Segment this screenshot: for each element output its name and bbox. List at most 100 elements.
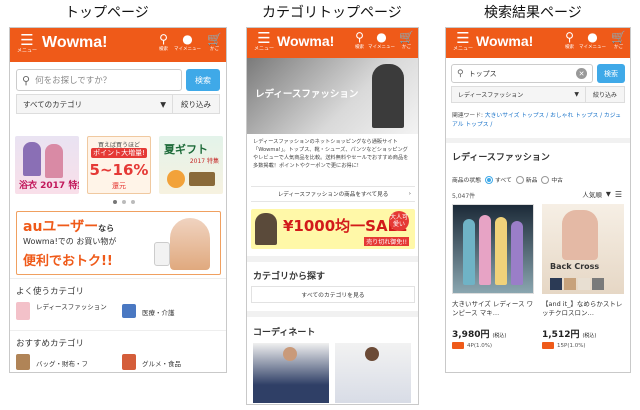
hamburger-icon: ☰ [456,29,470,47]
category-link[interactable]: グルメ・食品 [142,358,181,368]
search-query-value: トップス [468,69,497,78]
logo[interactable]: Wowma! [277,33,334,49]
product-price: 1,512円 [542,330,580,340]
see-all-label: レディースファッションの商品をすべて見る [277,192,389,198]
see-all-products-link[interactable]: レディースファッションの商品をすべて見る › [251,186,415,202]
coordinate-photo[interactable] [335,343,411,403]
header-search-button[interactable]: ⚲ 検索 [159,33,168,53]
cart-button[interactable]: 🛒 かご [207,33,222,53]
banner-text: 2017 特集 [189,158,219,165]
banner-text: Wowma!での お買い物が [23,237,117,246]
gift-image [189,172,215,186]
product-image-caption: Back Cross [550,262,600,271]
menu-button[interactable]: ☰ メニュー [253,31,275,53]
cart-button[interactable]: 🛒 かご [399,31,414,51]
carousel-dot[interactable] [131,200,135,204]
banner-text: 5~16% [89,161,149,179]
result-count: 5,047件 [452,193,476,200]
mymenu-button[interactable]: ● マイメニュー [579,31,606,51]
tax-label: (税込) [492,333,507,339]
product-name[interactable]: 【and it_】なめらかストレッチクロスロン… [542,300,626,318]
fav-category-title: よく使うカテゴリ [16,287,85,297]
condition-all-radio[interactable]: すべて [485,175,512,184]
app-header: ☰ メニュー Wowma! ⚲ 検索 ● マイメニュー 🛒 かご [247,28,418,58]
category-link[interactable]: レディースファッション [36,303,114,312]
condition-used-radio[interactable]: 中古 [541,175,563,184]
model-figure [511,221,523,285]
yukata-banner[interactable]: 浴衣 2017 特集 [15,136,79,194]
point-banner[interactable]: 買えば買うほど ポイント大増量! 5~16% 還元 [87,136,151,194]
category-thumb [122,354,136,370]
sort-value: 人気順 [582,191,602,199]
model-photo [372,64,404,128]
sale-banner[interactable]: ¥1000均一SALE 大人可愛い 売り切れ御免!! [251,209,415,249]
model-figure [495,217,507,285]
menu-button[interactable]: ☰ メニュー [16,33,38,55]
product-points: 15P(1.0%) [557,342,586,349]
app-header: ☰ メニュー Wowma! ⚲ 検索 ● マイメニュー 🛒 かご [10,28,226,62]
search-icon: ⚲ [457,68,464,79]
search-label: 検索 [355,45,365,50]
product-name[interactable]: 大きいサイズ レディース ワンピース マキ… [452,300,536,318]
user-icon: ● [587,30,598,44]
search-button[interactable]: 検索 [186,69,220,91]
category-link[interactable]: バッグ・財布・フ [36,358,88,368]
cart-button[interactable]: 🛒 かご [611,31,626,51]
narrow-button[interactable]: 絞り込み [586,87,624,102]
mymenu-label: マイメニュー [368,45,396,50]
category-select[interactable]: レディースファッション ▼ [452,87,586,102]
point-icon [542,342,554,349]
logo[interactable]: Wowma! [42,34,107,52]
carousel-dot[interactable] [122,200,126,204]
menu-label: メニュー [16,48,37,54]
search-icon: ⚲ [159,32,168,46]
clear-icon[interactable]: ✕ [576,68,587,79]
search-input[interactable]: ⚲ トップス ✕ [451,64,593,83]
mymenu-button[interactable]: ● マイメニュー [174,33,201,53]
dropdown-arrow-icon: ▼ [160,99,166,109]
model-figure [562,210,598,260]
phone-top-page: ☰ メニュー Wowma! ⚲ 検索 ● マイメニュー 🛒 かご ⚲ 何をお探しですか… [9,27,227,373]
header-search-button[interactable]: ⚲ 検索 [565,31,574,51]
chevron-right-icon: › [408,191,411,197]
coordinate-title: コーディネート [253,328,316,338]
category-select[interactable]: すべてのカテゴリ ▼ [17,95,173,113]
banner-text: 浴衣 2017 特集 [19,181,79,191]
radio-label: 中古 [551,178,563,184]
header-search-button[interactable]: ⚲ 検索 [355,31,364,51]
rec-category-title: おすすめカテゴリ [16,339,85,349]
carousel-dot-active[interactable] [113,200,117,204]
color-swatch [578,278,590,290]
category-link[interactable]: 医療・介護 [142,307,175,317]
narrow-button[interactable]: 絞り込み [173,95,219,113]
au-user-banner[interactable]: auユーザーなら Wowma!での お買い物が 便利でおトク!! [16,211,221,275]
dropdown-arrow-icon: ▼ [605,190,611,198]
radio-label: 新品 [525,178,538,184]
hamburger-icon: ☰ [20,31,34,49]
mymenu-button[interactable]: ● マイメニュー [368,31,395,51]
all-categories-link[interactable]: すべてのカテゴリを見る [251,286,415,303]
search-label: 検索 [159,47,169,52]
search-button[interactable]: 検索 [597,64,625,83]
menu-button[interactable]: ☰ メニュー [452,31,474,53]
logo[interactable]: Wowma! [476,33,533,49]
phone-category-page: ☰ メニュー Wowma! ⚲ 検索 ● マイメニュー 🛒 かご レディースファッショ… [246,27,419,405]
carousel-dots[interactable] [113,200,135,204]
menu-label: メニュー [452,46,473,52]
condition-label: 商品の状態 [452,178,481,184]
condition-new-radio[interactable]: 新品 [515,175,538,184]
product-image[interactable] [452,204,534,294]
category-thumb [16,354,30,370]
search-input[interactable]: ⚲ 何をお探しですか？ [16,69,182,91]
model-head [283,347,297,361]
product-image[interactable]: Back Cross [542,204,624,294]
user-icon: ● [182,32,193,46]
list-view-icon[interactable]: ☰ [615,190,622,199]
menu-label: メニュー [253,46,274,52]
gift-banner[interactable]: 夏ギフト 2017 特集 [159,136,223,194]
sort-select[interactable]: 人気順 ▼ ☰ [582,189,622,200]
phone-results-page: ☰ メニュー Wowma! ⚲ 検索 ● マイメニュー 🛒 かご ⚲ トップス ✕ 検… [445,27,631,373]
coordinate-photo[interactable] [253,343,329,403]
banner-text: ポイント大増量! [91,148,147,158]
product-points: 4P(1.0%) [467,342,493,349]
